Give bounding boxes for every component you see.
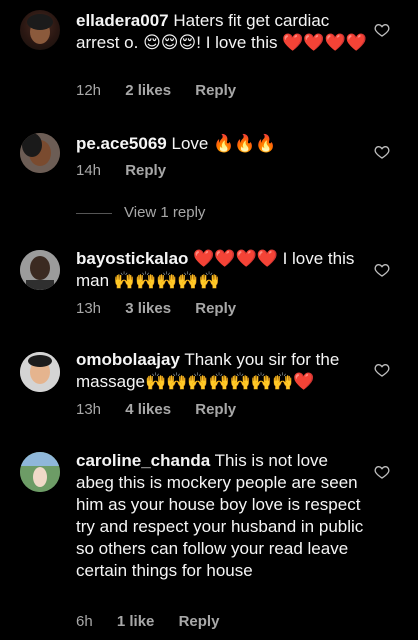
comment-text: This is not love abeg this is mockery pe…	[76, 451, 364, 580]
comment-meta: 14h Reply	[76, 162, 186, 179]
timestamp: 13h	[76, 401, 102, 418]
view-replies-button[interactable]: View 1 reply	[76, 204, 205, 221]
comment-body: elladera007 Haters fit get cardiac arres…	[76, 10, 368, 54]
username[interactable]: elladera007	[76, 11, 169, 30]
reply-button[interactable]: Reply	[195, 300, 236, 317]
avatar-image	[20, 352, 60, 392]
comment-body: pe.ace5069 Love 🔥🔥🔥	[76, 133, 368, 155]
likes-count[interactable]: 1 like	[117, 613, 155, 630]
avatar[interactable]	[20, 133, 60, 173]
comment-meta: 13h 4 likes Reply	[76, 401, 256, 418]
likes-count[interactable]: 4 likes	[125, 401, 171, 418]
view-replies-label: View 1 reply	[124, 204, 206, 221]
heart-icon[interactable]	[374, 464, 390, 480]
timestamp: 14h	[76, 162, 102, 179]
avatar[interactable]	[20, 352, 60, 392]
comment-body: caroline_chanda This is not love abeg th…	[76, 450, 368, 582]
comment-body: bayostickalao ❤️❤️❤️❤️ I love this man 🙌…	[76, 248, 368, 292]
comment-text: Love 🔥🔥🔥	[171, 134, 277, 153]
username[interactable]: omobolaajay	[76, 350, 180, 369]
reply-button[interactable]: Reply	[179, 613, 220, 630]
reply-button[interactable]: Reply	[195, 82, 236, 99]
likes-count[interactable]: 3 likes	[125, 300, 171, 317]
heart-icon[interactable]	[374, 362, 390, 378]
avatar[interactable]	[20, 10, 60, 50]
comment-meta: 13h 3 likes Reply	[76, 300, 256, 317]
avatar-image	[20, 452, 60, 492]
comment-meta: 6h 1 like Reply	[76, 613, 239, 630]
comment-body: omobolaajay Thank you sir for the massag…	[76, 349, 368, 393]
timestamp: 13h	[76, 300, 102, 317]
heart-icon[interactable]	[374, 262, 390, 278]
username[interactable]: bayostickalao	[76, 249, 188, 268]
avatar[interactable]	[20, 250, 60, 290]
avatar-image	[20, 133, 60, 173]
timestamp: 12h	[76, 82, 102, 99]
likes-count[interactable]: 2 likes	[125, 82, 171, 99]
heart-icon[interactable]	[374, 144, 390, 160]
username[interactable]: caroline_chanda	[76, 451, 210, 470]
avatar-image	[20, 250, 60, 290]
comment-meta: 12h 2 likes Reply	[76, 82, 256, 99]
reply-button[interactable]: Reply	[195, 401, 236, 418]
avatar[interactable]	[20, 452, 60, 492]
heart-icon[interactable]	[374, 22, 390, 38]
username[interactable]: pe.ace5069	[76, 134, 167, 153]
timestamp: 6h	[76, 613, 93, 630]
reply-button[interactable]: Reply	[125, 162, 166, 179]
avatar-image	[27, 14, 53, 44]
